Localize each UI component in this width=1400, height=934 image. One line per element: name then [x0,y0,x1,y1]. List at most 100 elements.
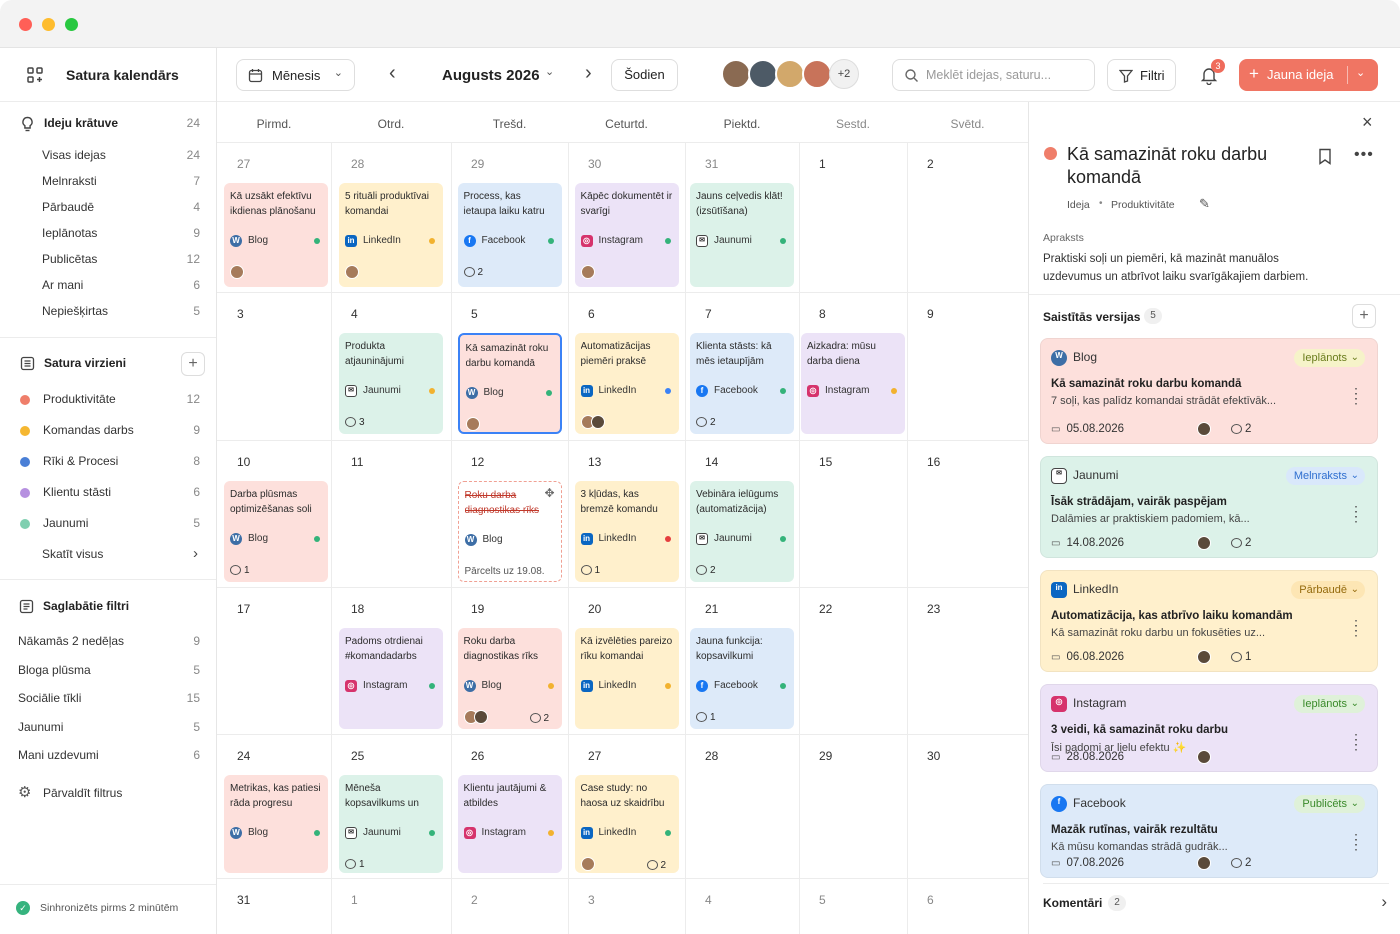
day-number[interactable]: 27 [588,749,601,763]
sidebar-item-library[interactable]: Ideju krātuve 24 [0,112,216,136]
sidebar-item[interactable]: Nepiešķirtas 5 [0,300,216,324]
day-number[interactable]: 21 [705,602,718,616]
day-number[interactable]: 6 [927,893,934,907]
comments-section[interactable]: Komentāri 2 › [1043,892,1389,917]
day-number[interactable]: 24 [237,749,250,763]
today-button[interactable]: Šodien [611,59,678,91]
day-number[interactable]: 11 [351,455,363,469]
day-number[interactable]: 4 [351,307,358,321]
day-number[interactable]: 30 [588,157,601,171]
day-number[interactable]: 1 [819,157,826,171]
version-card[interactable]: W Blog Ieplānots ⌄ Kā samazināt roku darbu k… [1040,338,1378,444]
add-stream-button[interactable]: + [181,352,205,376]
drag-handle-icon[interactable]: ✥ [544,486,554,501]
day-number[interactable]: 16 [927,455,940,469]
saved-filter-item[interactable]: Bloga plūsma 5 [0,659,216,683]
new-idea-button[interactable]: + Jauna ideja ⌄ [1239,59,1378,91]
sidebar-item-stream[interactable]: Klientu stāsti 6 [0,481,216,505]
day-number[interactable]: 3 [588,893,595,907]
saved-filter-item[interactable]: Jaunumi 5 [0,716,216,740]
calendar-card[interactable]: Produkta atjauninājumi ✉ Jaunumi 3 [339,333,443,434]
drag-handle-icon[interactable]: ⋮ ⋮ [1349,386,1363,405]
status-badge[interactable]: Ieplānots ⌄ [1294,349,1365,367]
calendar-card[interactable]: Kā izvēlēties pareizo rīku komandai in Lin… [574,628,679,729]
version-card[interactable]: ◎ Instagram Ieplānots ⌄ 3 veidi, kā samazinā… [1040,684,1378,772]
day-number[interactable]: 7 [705,307,712,321]
sidebar-item[interactable]: Publicētas 12 [0,248,216,272]
day-number[interactable]: 3 [237,307,244,321]
day-number[interactable]: 6 [588,307,595,321]
calendar-card[interactable]: Vebināra ielūgums (automatizācija) ✉ Jaunu… [690,481,794,582]
manage-filters-link[interactable]: ⚙ Pārvaldīt filtrus [0,782,216,806]
status-badge[interactable]: Pārbaudē ⌄ [1291,581,1365,599]
day-number[interactable]: 14 [705,455,718,469]
calendar-card[interactable]: Padoms otrdienai #komandadarbs ◎ Instagram [339,628,443,729]
edit-icon[interactable]: ✎ [1199,196,1210,212]
day-number[interactable]: 15 [819,455,832,469]
drag-handle-icon[interactable]: ⋮ ⋮ [1349,618,1363,637]
day-number[interactable]: 23 [927,602,940,616]
prev-month-button[interactable]: ‹ [389,62,396,84]
day-number[interactable]: 30 [927,749,940,763]
sidebar-item[interactable]: Visas idejas 24 [0,144,216,168]
saved-filter-item[interactable]: Nākamās 2 nedēļas 9 [0,630,216,654]
day-number[interactable]: 31 [705,157,718,171]
view-selector[interactable]: Mēnesis ⌄ [236,59,355,91]
drag-handle-icon[interactable]: ⋮ ⋮ [1349,832,1363,851]
sidebar-item-stream[interactable]: Produktivitāte 12 [0,388,216,412]
period-label[interactable]: Augusts 2026 [442,67,540,84]
drag-handle-icon[interactable]: ⋮ ⋮ [1349,732,1363,751]
day-number[interactable]: 31 [237,893,250,907]
more-options-icon[interactable]: ••• [1354,146,1374,164]
day-number[interactable]: 28 [351,157,364,171]
calendar-card[interactable]: Case study: no haosa uz skaidrību in Linke… [574,775,679,873]
day-number[interactable]: 20 [588,602,601,616]
calendar-card[interactable]: Process, kas ietaupa laiku katru nedēļu f… [457,183,562,287]
calendar-card[interactable]: Metrikas, kas patiesi rāda progresu W Blog [224,775,328,873]
close-window-button[interactable] [19,18,32,31]
saved-filter-item[interactable]: Mani uzdevumi 6 [0,744,216,768]
day-number[interactable]: 28 [705,749,718,763]
status-badge[interactable]: Melnraksts ⌄ [1285,467,1365,485]
version-card[interactable]: in LinkedIn Pārbaudē ⌄ Automatizācija, kas a… [1040,570,1378,672]
day-number[interactable]: 22 [819,602,832,616]
version-card[interactable]: f Facebook Publicēts ⌄ Mazāk rutīnas, vairāk… [1040,784,1378,878]
notifications-button[interactable]: 3 [1197,59,1225,86]
day-number[interactable]: 29 [819,749,832,763]
sidebar-item-stream[interactable]: Rīki & Procesi 8 [0,450,216,474]
chevron-down-icon[interactable]: ⌄ [545,65,554,78]
calendar-card[interactable]: 5 rituāli produktīvai komandai in LinkedIn [339,183,443,287]
day-number[interactable]: 29 [471,157,484,171]
filters-button[interactable]: Filtri [1107,59,1176,91]
calendar-card[interactable]: Mēneša kopsavilkums un nākamie soļi ✉ Jaun… [339,775,443,873]
add-version-button[interactable]: + [1352,304,1376,328]
day-number[interactable]: 12 [471,455,484,469]
calendar-card[interactable]: Kā samazināt roku darbu komandā W Blog [457,333,562,434]
calendar-card[interactable]: Jauna funkcija: kopsavilkumi f Facebook 1 [690,628,794,729]
day-number[interactable]: 19 [471,602,484,616]
calendar-card[interactable]: Roku darba diagnostikas rīks W Blog 2 [457,628,562,729]
calendar-card[interactable]: Klienta stāsts: kā mēs ietaupījām 20h/mē… [690,333,794,434]
status-badge[interactable]: Publicēts ⌄ [1294,795,1365,813]
avatar[interactable] [721,59,751,89]
drag-handle-icon[interactable]: ⋮ ⋮ [1349,504,1363,523]
minimize-window-button[interactable] [42,18,55,31]
more-avatars-badge[interactable]: +2 [829,59,859,89]
chevron-down-icon[interactable]: ⌄ [1356,66,1365,79]
sidebar-item[interactable]: Pārbaudē 4 [0,196,216,220]
sidebar-item[interactable]: Ieplānotas 9 [0,222,216,246]
sidebar-section-filters[interactable]: Saglabātie filtri [0,595,216,619]
day-number[interactable]: 10 [237,455,250,469]
day-number[interactable]: 13 [588,455,601,469]
sidebar-item[interactable]: Ar mani 6 [0,274,216,298]
sidebar-item-stream[interactable]: Komandas darbs 9 [0,419,216,443]
day-number[interactable]: 25 [351,749,364,763]
calendar-card[interactable]: Aizkadra: mūsu darba diena ◎ Instagram [801,333,905,434]
sidebar-item[interactable]: Melnraksti 7 [0,170,216,194]
day-number[interactable]: 1 [351,893,358,907]
day-number[interactable]: 9 [927,307,934,321]
day-number[interactable]: 4 [705,893,712,907]
calendar-card[interactable]: 3 kļūdas, kas bremzē komandu in LinkedIn 1 [574,481,679,582]
calendar-card[interactable]: Jauns ceļvedis klāt! (izsūtīšana) ✉ Jaunum… [690,183,794,287]
next-month-button[interactable]: › [585,62,592,84]
